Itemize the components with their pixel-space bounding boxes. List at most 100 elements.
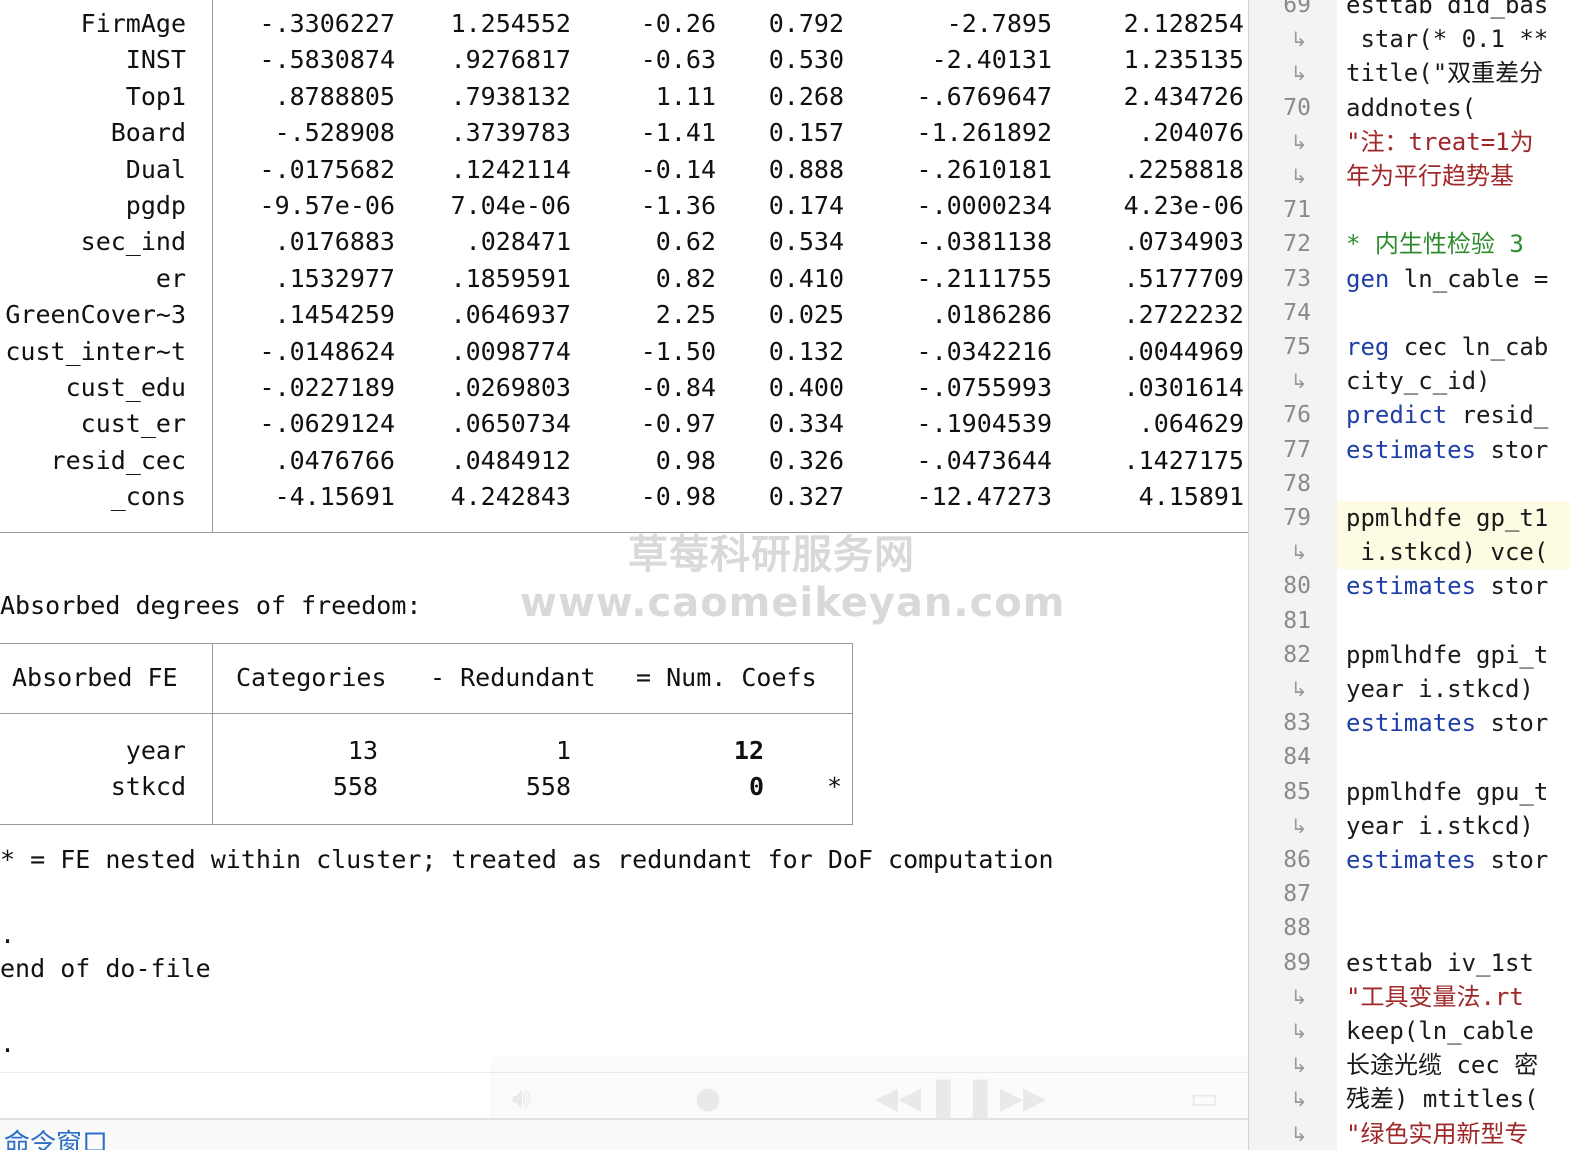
cell-var: resid_cec [50,445,186,475]
code-keyword: reg [1346,333,1390,361]
watermark-url: www.caomeikeyan.com [520,580,1066,626]
cell-hi: 4.23e-06 [1123,191,1244,220]
cell-hi: 1.235135 [1123,45,1244,75]
code-line[interactable]: predict resid_ [1346,398,1548,432]
code-line[interactable]: 年为平行趋势基 [1346,159,1514,193]
code-line[interactable]: * 内生性检验 3 [1346,227,1524,261]
code-line[interactable]: esttab did_bas [1346,0,1548,22]
table-bottom-rule [0,532,1248,533]
cell-lo: -.0342216 [916,336,1052,366]
line-number: 84 [1283,744,1311,771]
line-number: 85 [1283,778,1311,805]
code-line[interactable]: "绿色实用新型专 [1346,1117,1528,1150]
table-row: pgdp -9.57e-06 7.04e-06 -1.36 0.174 -.0000234… [0,188,1248,224]
code-text: stor [1476,435,1549,464]
cell-coef: .1532977 [274,263,395,293]
absorbed-row: year 13 1 12 [0,733,860,769]
code-line[interactable]: i.stkcd) vce( [1346,535,1548,569]
code-keyword: predict [1346,401,1448,430]
forward-icon[interactable]: ▶▶ [1000,1081,1046,1116]
code-line[interactable]: estimates stor [1346,843,1548,877]
wrap-continuation-icon: ↳ [1290,1053,1308,1078]
code-line[interactable]: "注：treat=1为 [1346,125,1534,159]
cell-coef: -9.57e-06 [259,191,395,220]
results-window: FirmAge -.3306227 1.254552 -0.26 0.792 -2.789… [0,0,1248,1150]
code-line[interactable]: year i.stkcd) [1346,672,1534,706]
command-window-bar[interactable]: 命令窗口 [0,1118,1248,1150]
line-number: 88 [1283,915,1311,942]
cell-hi: .064629 [1138,409,1244,439]
cell-p: 0.334 [768,409,844,439]
code-line[interactable]: year i.stkcd) [1346,809,1534,843]
line-number: 72 [1283,231,1311,258]
cell-lo: -.1904539 [916,409,1052,439]
watermark-cn: 草莓科研服务网 [628,532,915,578]
cell-var: er [155,263,186,293]
record-icon[interactable]: ● [695,1081,721,1116]
absorbed-heading: Absorbed degrees of freedom: [0,591,422,620]
cell-t: 2.25 [655,300,716,330]
code-line[interactable]: estimates stor [1346,433,1548,467]
cell-t: 1.11 [655,81,716,111]
pip-icon[interactable]: ▭ [1190,1081,1218,1116]
absorbed-cell-num: 0 [748,772,764,801]
code-line[interactable]: reg cec ln_cab [1346,330,1548,364]
cell-se: .0646937 [450,300,571,330]
cell-lo: -2.40131 [931,45,1052,75]
absorbed-cell-red: 558 [525,772,571,801]
cell-p: 0.025 [768,300,844,330]
code-line[interactable]: 残差) mtitles( [1346,1082,1539,1116]
end-of-dofile: end of do-file [0,954,211,983]
table-row: cust_inter~t -.0148624 .0098774 -1.50 0.132 -… [0,334,1248,370]
cell-hi: 4.15891 [1138,482,1244,512]
cell-hi: 2.128254 [1123,9,1244,38]
cell-p: 0.268 [768,81,844,111]
wrap-continuation-icon: ↳ [1290,540,1308,565]
cell-se: .028471 [465,227,571,257]
absorbed-header-rule [0,713,853,714]
code-line[interactable]: city_c_id) [1346,364,1491,398]
table-row: Top1 .8788805 .7938132 1.11 0.268 -.6769647 2.… [0,79,1248,115]
cell-t: -1.41 [640,118,716,148]
code-text: stor [1476,846,1549,874]
cell-hi: .0044969 [1123,336,1244,366]
wrap-continuation-icon: ↳ [1290,1087,1308,1112]
log-dot-2: . [0,1029,16,1058]
wrap-continuation-icon: ↳ [1290,1019,1308,1043]
cell-t: -0.98 [640,482,716,512]
code-line[interactable]: esttab iv_1st [1346,946,1534,980]
pause-icon[interactable]: ❚❚ [925,1073,999,1124]
cell-hi: 2.434726 [1123,81,1244,111]
rewind-icon[interactable]: ◀◀ [875,1081,921,1116]
line-number: 77 [1283,436,1311,463]
code-line[interactable]: "工具变量法.rt [1346,980,1524,1014]
code-line[interactable]: estimates stor [1346,706,1548,740]
code-line[interactable]: ppmlhdfe gpu_t [1346,775,1548,809]
code-line[interactable]: gen ln_cable = [1346,262,1548,296]
cell-coef: -.528908 [274,118,395,148]
do-file-editor[interactable]: 69 esttab did_bas ↳ star(* 0.1 ** ↳ title("双… [1248,0,1570,1150]
cell-p: 0.326 [768,445,844,475]
command-window-tab[interactable]: 命令窗口 [4,1128,108,1150]
cell-lo: -1.261892 [916,118,1052,148]
code-line[interactable]: keep(ln_cable [1346,1014,1534,1048]
code-line[interactable]: ppmlhdfe gp_t1 [1346,501,1548,535]
cell-coef: -.0148624 [259,336,395,366]
line-number: 73 [1283,265,1311,292]
code-line[interactable]: estimates stor [1346,569,1548,603]
line-number: 89 [1283,949,1311,976]
absorbed-cell-cat: 558 [332,772,378,801]
cell-t: -0.97 [640,409,716,439]
code-line[interactable]: 长途光缆 cec 密 [1346,1048,1538,1082]
cell-hi: .2258818 [1123,154,1244,184]
code-keyword: gen [1346,264,1390,293]
code-line[interactable]: title("双重差分 [1346,56,1543,90]
cell-t: -1.36 [640,191,716,220]
cell-se: 4.242843 [450,482,571,512]
code-line[interactable]: star(* 0.1 ** [1346,22,1548,56]
absorbed-cell-fe: year [125,736,186,765]
wrap-continuation-icon: ↳ [1290,1121,1308,1146]
code-line[interactable]: ppmlhdfe gpi_t [1346,638,1548,672]
volume-icon[interactable]: 🔊︎ [512,1081,531,1116]
code-line[interactable]: addnotes( [1346,91,1476,125]
